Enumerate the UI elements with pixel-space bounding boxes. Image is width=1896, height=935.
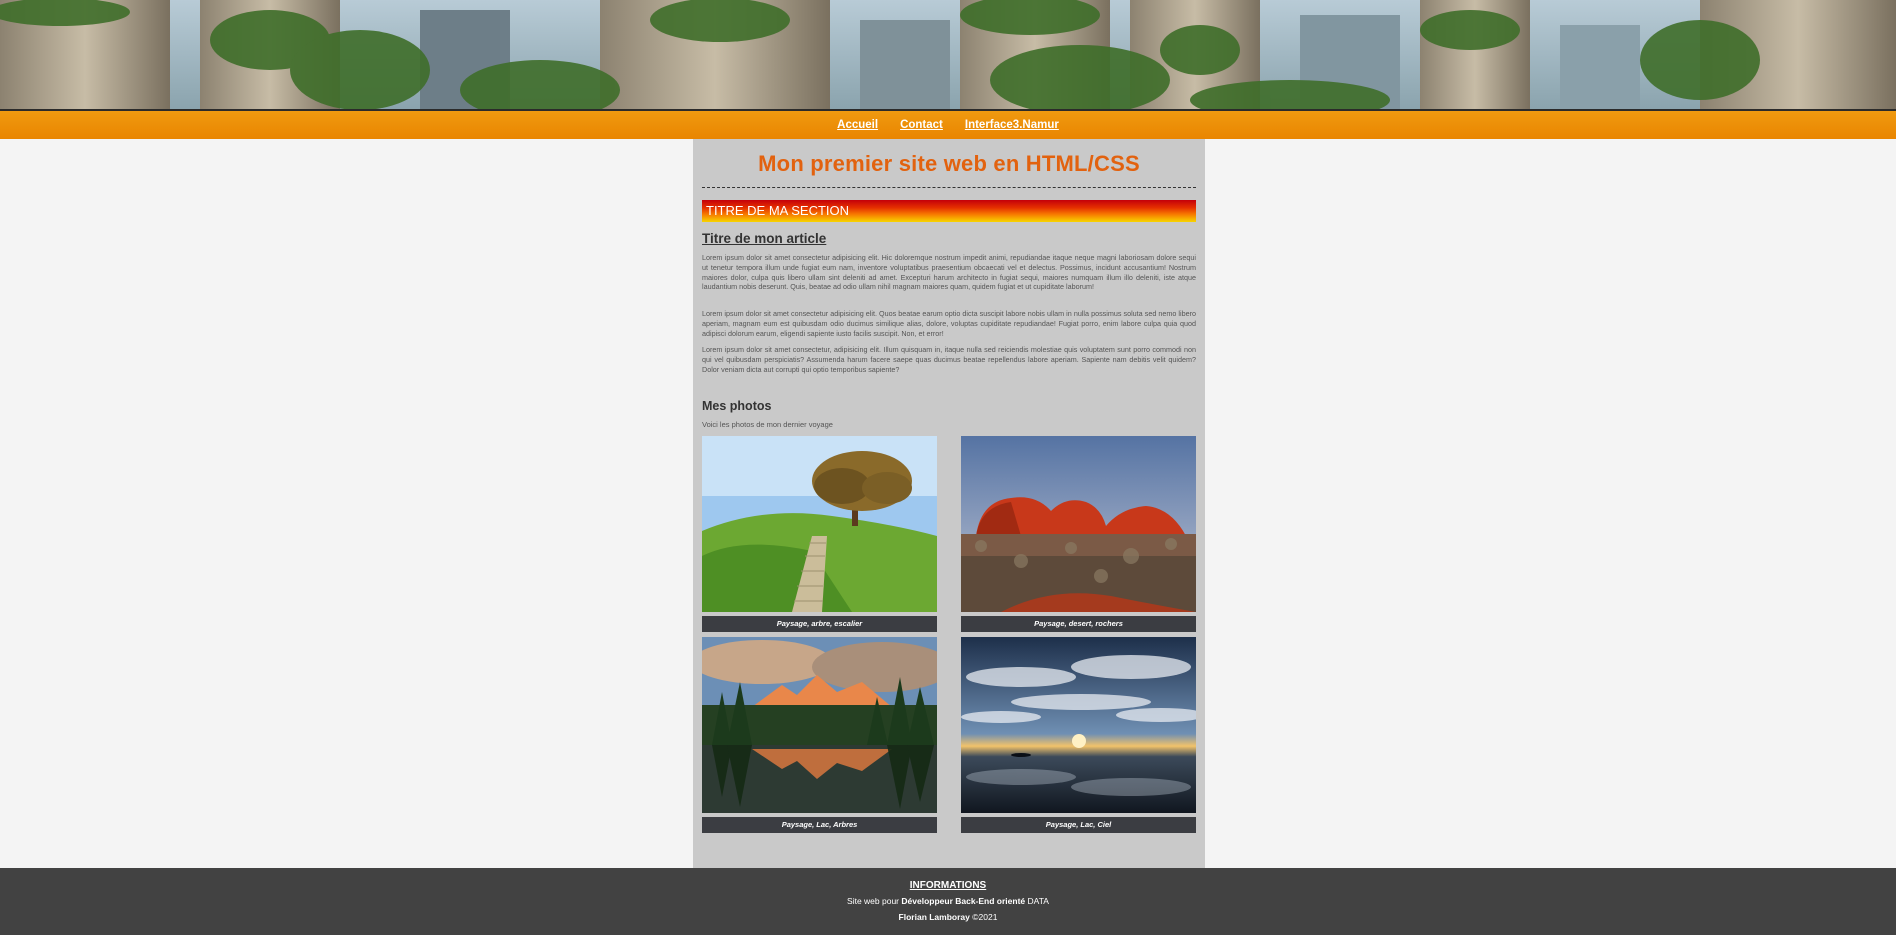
footer-line-1-suffix: DATA (1027, 896, 1049, 906)
article-paragraph-3: Lorem ipsum dolor sit amet consectetur, … (702, 345, 1196, 374)
main-nav: Accueil Contact Interface3.Namur (0, 111, 1896, 139)
section-title: TITRE DE MA SECTION (702, 200, 1196, 222)
footer-line-1-prefix: Site web pour (847, 896, 900, 906)
header-banner-image (0, 0, 1896, 111)
photo-caption: Paysage, desert, rochers (961, 616, 1196, 632)
footer-title: INFORMATIONS (909, 880, 987, 891)
photo-caption: Paysage, Lac, Arbres (702, 817, 937, 833)
title-divider (702, 187, 1196, 188)
article-paragraph-1: Lorem ipsum dolor sit amet consectetur a… (702, 253, 1196, 292)
article-title: Titre de mon article (702, 231, 827, 246)
photo-card: Paysage, desert, rochers (961, 436, 1196, 632)
photo-card: Paysage, arbre, escalier (702, 436, 937, 632)
photo-tree-hill-image (702, 436, 937, 612)
photo-lake-sky-image (961, 637, 1196, 813)
photo-desert-rocks-image (961, 436, 1196, 612)
footer-author: Florian Lamboray (898, 912, 970, 922)
photo-lake-trees-image (702, 637, 937, 813)
photo-card: Paysage, Lac, Arbres (702, 637, 937, 833)
nav-link-contact[interactable]: Contact (900, 119, 943, 131)
footer-line-1: Site web pour Développeur Back-End orien… (0, 896, 1896, 906)
page-title: Mon premier site web en HTML/CSS (758, 151, 1140, 176)
photos-heading: Mes photos (702, 399, 772, 413)
photo-caption: Paysage, Lac, Ciel (961, 817, 1196, 833)
site-footer: INFORMATIONS Site web pour Développeur B… (0, 868, 1896, 935)
footer-line-1-bold: Développeur Back-End orienté (901, 896, 1026, 906)
footer-line-2: Florian Lamboray ©2021 (0, 912, 1896, 922)
nav-link-accueil[interactable]: Accueil (837, 119, 878, 131)
photo-caption: Paysage, arbre, escalier (702, 616, 937, 632)
article-paragraph-2: Lorem ipsum dolor sit amet consectetur a… (702, 309, 1196, 338)
nav-link-interface3-namur[interactable]: Interface3.Namur (965, 119, 1059, 131)
photos-subtitle: Voici les photos de mon dernier voyage (702, 420, 833, 429)
photo-card: Paysage, Lac, Ciel (961, 637, 1196, 833)
footer-copyright: ©2021 (972, 912, 998, 922)
main-content: Mon premier site web en HTML/CSS TITRE D… (693, 139, 1205, 868)
